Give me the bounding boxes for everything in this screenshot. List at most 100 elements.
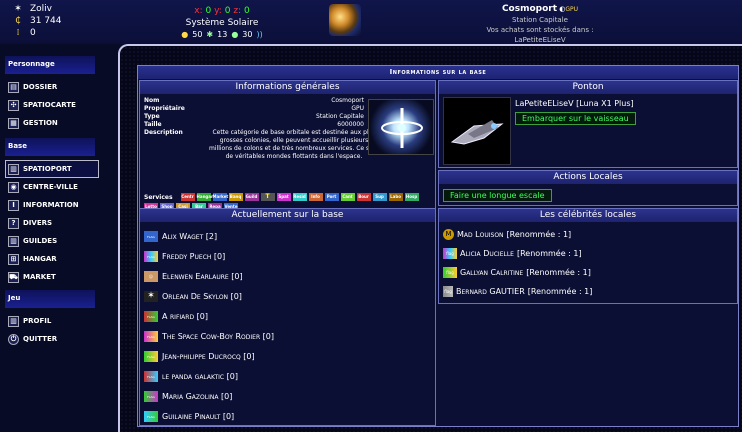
player-entry: Orlean De Skylon [0]	[162, 291, 242, 301]
list-item[interactable]: flag Gallyan Calritine [Renommée : 1]	[443, 263, 737, 282]
service-icon[interactable]: Spat	[276, 193, 291, 201]
service-icon[interactable]: Guild	[244, 193, 259, 201]
celebrity-name: Bernard GAUTIER	[456, 287, 525, 296]
long-stopover-button[interactable]: Faire une longue escale	[443, 189, 552, 202]
sidebar-item-label: centre-ville	[23, 183, 78, 191]
info-icon: i	[8, 199, 19, 211]
list-item[interactable]: M Mad Louison [Renommée : 1]	[443, 225, 737, 244]
present-players-title: Actuellement sur la base	[140, 209, 435, 222]
sidebar-item-label: divers	[23, 219, 53, 227]
sidebar-item-label: hangar	[23, 255, 57, 263]
stat-b: 13	[217, 30, 228, 39]
player-entry: Alix Waget [2]	[162, 231, 218, 241]
player-points: 0	[30, 28, 36, 38]
base-station-type: Station Capitale	[512, 16, 568, 24]
sidebar-item-divers[interactable]: ? divers	[8, 214, 118, 232]
sidebar-section-jeu: Jeu	[5, 290, 95, 308]
list-item[interactable]: ☺ Elenwen Earlaure [0]	[144, 266, 435, 286]
present-players-list: flag Alix Waget [2] flag Freddy Puech [0] …	[140, 226, 435, 426]
points-icon: ⁞	[16, 28, 20, 38]
manage-icon: ▦	[8, 117, 19, 129]
service-icon[interactable]: Resid	[292, 193, 307, 201]
service-icon[interactable]: Hosp	[404, 193, 419, 201]
service-icon[interactable]: T	[260, 193, 275, 201]
list-item[interactable]: flag Freddy Puech [0]	[144, 246, 435, 266]
ship-image[interactable]	[443, 97, 511, 165]
guild-icon: ▥	[8, 235, 19, 247]
sidebar-item-guildes[interactable]: ▥ guildes	[8, 232, 118, 250]
description-text: Cette catégorie de base orbitale est des…	[209, 129, 379, 160]
list-item[interactable]: flag le panda galaktic [0]	[144, 366, 435, 386]
sidebar-item-gestion[interactable]: ▦ Gestion	[8, 114, 118, 132]
service-icon[interactable]: Bour	[356, 193, 371, 201]
service-icon[interactable]: Port	[324, 193, 339, 201]
sidebar-item-centre-ville[interactable]: ◉ centre-ville	[8, 178, 118, 196]
guild-flag-icon: flag	[144, 310, 158, 322]
player-name: Zoliv	[30, 4, 52, 14]
present-players-box: Actuellement sur la base flag Alix Waget …	[139, 208, 436, 426]
base-name: Cosmoport	[501, 4, 558, 14]
sidebar-item-label: Spatiocarte	[23, 101, 76, 109]
credits-icon: ₵	[15, 16, 21, 26]
sidebar-item-market[interactable]: ⛟ market	[8, 268, 118, 286]
city-icon: ◉	[8, 181, 19, 193]
list-item[interactable]: ✶ Orlean De Skylon [0]	[144, 286, 435, 306]
sidebar-item-profil[interactable]: ▥ Profil	[8, 312, 118, 330]
service-icon[interactable]: Cant	[340, 193, 355, 201]
profile-icon: ▥	[8, 315, 19, 327]
sidebar-item-label: Spatioport	[23, 165, 72, 173]
service-icon[interactable]: Labo	[388, 193, 403, 201]
list-item[interactable]: flag Maria Gazolina [0]	[144, 386, 435, 406]
list-item[interactable]: flag Alicia Ducielle [Renommée : 1]	[443, 244, 737, 263]
player-entry: Jean-philippe Ducrocq [0]	[162, 351, 255, 361]
general-info-title: Informations générales	[140, 81, 435, 94]
guild-flag-icon: flag	[144, 250, 158, 262]
folder-icon: ▤	[8, 81, 19, 93]
service-icon[interactable]: Info	[308, 193, 323, 201]
list-item[interactable]: flag A rifiard [0]	[144, 306, 435, 326]
celebrity-name: Alicia Ducielle	[460, 249, 514, 258]
sidebar-item-spatiocarte[interactable]: ✣ Spatiocarte	[8, 96, 118, 114]
sidebar-item-label: Profil	[23, 317, 52, 325]
ship-name: LaPetiteELiseV [Luna X1 Plus]	[515, 99, 634, 108]
sidebar-section-personnage: Personnage	[5, 56, 95, 74]
sidebar-item-spatioport[interactable]: ▥ Spatioport	[5, 160, 99, 178]
general-info-table: Nom Cosmoport Propriétaire GPU Type Station…	[144, 97, 364, 129]
service-icon[interactable]: Banq	[228, 193, 243, 201]
base-summary: Cosmoport ◐GPU Station Capitale Vos acha…	[470, 4, 610, 45]
guild-flag-icon: flag	[443, 286, 453, 297]
info-value: Cosmoport	[331, 97, 364, 104]
service-icon[interactable]: Market	[212, 193, 228, 201]
stat-a: 50	[192, 30, 203, 39]
sidebar-item-information[interactable]: i information	[8, 196, 118, 214]
panel-title: Informations sur la base	[138, 66, 738, 79]
sidebar-item-dossier[interactable]: ▤ Dossier	[8, 78, 118, 96]
board-ship-button[interactable]: Embarquer sur le vaisseau	[515, 112, 636, 125]
stat-c: 30	[242, 30, 253, 39]
player-entry: Maria Gazolina [0]	[162, 391, 233, 401]
list-item[interactable]: flag The Space Cow-Boy Rodier [0]	[144, 326, 435, 346]
sidebar-section-base: Base	[5, 138, 95, 156]
sidebar-item-hangar[interactable]: ⊞ hangar	[8, 250, 118, 268]
list-item[interactable]: flag Guilaine Pinault [0]	[144, 406, 435, 426]
owner-tag: GPU	[565, 6, 579, 13]
list-item[interactable]: flag Jean-philippe Ducrocq [0]	[144, 346, 435, 366]
z-label: z:	[233, 6, 242, 16]
list-item[interactable]: flag Bernard GAUTIER [Renommée : 1]	[443, 282, 737, 301]
market-icon: ⛟	[8, 271, 19, 283]
spaceship-icon	[450, 120, 504, 145]
description-label: Description	[144, 129, 183, 136]
list-item[interactable]: flag Alix Waget [2]	[144, 226, 435, 246]
planet-image[interactable]	[329, 4, 361, 36]
sidebar-item-quitter[interactable]: ⏻ Quitter	[8, 330, 118, 348]
info-key: Propriétaire	[144, 105, 185, 112]
power-icon: ⏻	[8, 333, 19, 345]
service-icon[interactable]: Sup	[372, 193, 387, 201]
service-icon[interactable]: Hangar	[196, 193, 213, 201]
station-emblem-icon	[381, 108, 423, 148]
sidebar-item-label: Gestion	[23, 119, 58, 127]
y-label: y:	[214, 6, 222, 16]
service-icon[interactable]: Centr	[180, 193, 195, 201]
info-row: Propriétaire GPU	[144, 105, 364, 113]
storage-notice: Vos achats sont stockés dans : LaPetiteE…	[486, 26, 594, 44]
